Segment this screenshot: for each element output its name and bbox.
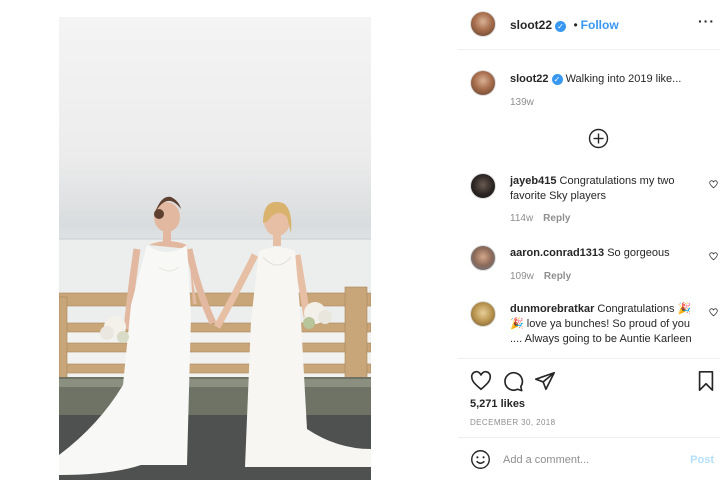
caption-row: sloot22 ✓ Walking into 2019 like... 139w [458, 66, 720, 112]
post-date: DECEMBER 30, 2018 [470, 418, 556, 427]
reply-button[interactable]: Reply [544, 271, 571, 282]
comment-item: aaron.conrad1313 So gorgeous 109w Reply [458, 242, 720, 286]
comment-timestamp: 114w [510, 213, 534, 224]
commenter-username[interactable]: aaron.conrad1313 [510, 247, 604, 259]
action-bar: 5,271 likes DECEMBER 30, 2018 Add a comm… [458, 358, 720, 480]
verified-badge-icon: ✓ [555, 21, 567, 32]
author-line: sloot22 ✓ • Follow [510, 16, 619, 34]
caption-text: sloot22 ✓ Walking into 2019 like... [510, 72, 715, 87]
comment-heart-icon[interactable] [709, 252, 718, 261]
caption-username[interactable]: sloot22 [510, 73, 549, 85]
comment-meta: 114w Reply [510, 213, 570, 224]
post-header: sloot22 ✓ • Follow ··· [458, 0, 720, 50]
commenter-username[interactable]: jayeb415 [510, 175, 556, 187]
comment-item: dunmorebratkar Congratulations 🎉🎉 love y… [458, 298, 720, 357]
verified-badge-icon: ✓ [551, 74, 563, 85]
follow-button[interactable]: Follow [581, 18, 619, 32]
comment-body: So gorgeous [607, 247, 670, 259]
comment-timestamp: 109w [510, 271, 534, 282]
comment-heart-icon[interactable] [709, 180, 718, 189]
caption-timestamp: 139w [510, 97, 534, 108]
separator-dot: • [573, 18, 578, 32]
heart-icon[interactable] [470, 370, 492, 392]
commenter-avatar[interactable] [470, 301, 496, 327]
bookmark-icon[interactable] [696, 370, 716, 392]
wedding-photo-image [59, 196, 371, 480]
commenter-username[interactable]: dunmorebratkar [510, 303, 594, 315]
caption-body: Walking into 2019 like... [565, 73, 682, 85]
reply-button[interactable]: Reply [543, 213, 570, 224]
comment-text: dunmorebratkar Congratulations 🎉🎉 love y… [510, 302, 700, 347]
comment-icon[interactable] [502, 370, 524, 392]
caption-avatar[interactable] [470, 70, 496, 96]
post-photo[interactable] [59, 17, 371, 480]
comment-meta: 109w Reply [510, 271, 571, 282]
commenter-avatar[interactable] [470, 245, 496, 271]
post-comment-button[interactable]: Post [690, 454, 714, 466]
share-icon[interactable] [534, 370, 556, 392]
post-side-panel: sloot22 ✓ • Follow ··· sloot22 ✓ Walking in… [458, 0, 720, 480]
add-comment-input[interactable]: Add a comment... [503, 454, 589, 466]
more-options-icon[interactable]: ··· [698, 13, 715, 29]
commenter-avatar[interactable] [470, 173, 496, 199]
comment-item: jayeb415 Congratulations my two favorite… [458, 170, 720, 230]
comment-heart-icon[interactable] [709, 308, 718, 317]
author-avatar[interactable] [470, 11, 496, 37]
comment-text: aaron.conrad1313 So gorgeous [510, 246, 700, 261]
emoji-icon[interactable] [470, 449, 491, 470]
comment-text: jayeb415 Congratulations my two favorite… [510, 174, 700, 204]
author-username[interactable]: sloot22 [510, 18, 552, 32]
load-more-icon[interactable] [588, 128, 609, 149]
comment-composer: Add a comment... Post [458, 437, 720, 480]
likes-count[interactable]: 5,271 likes [470, 398, 525, 410]
